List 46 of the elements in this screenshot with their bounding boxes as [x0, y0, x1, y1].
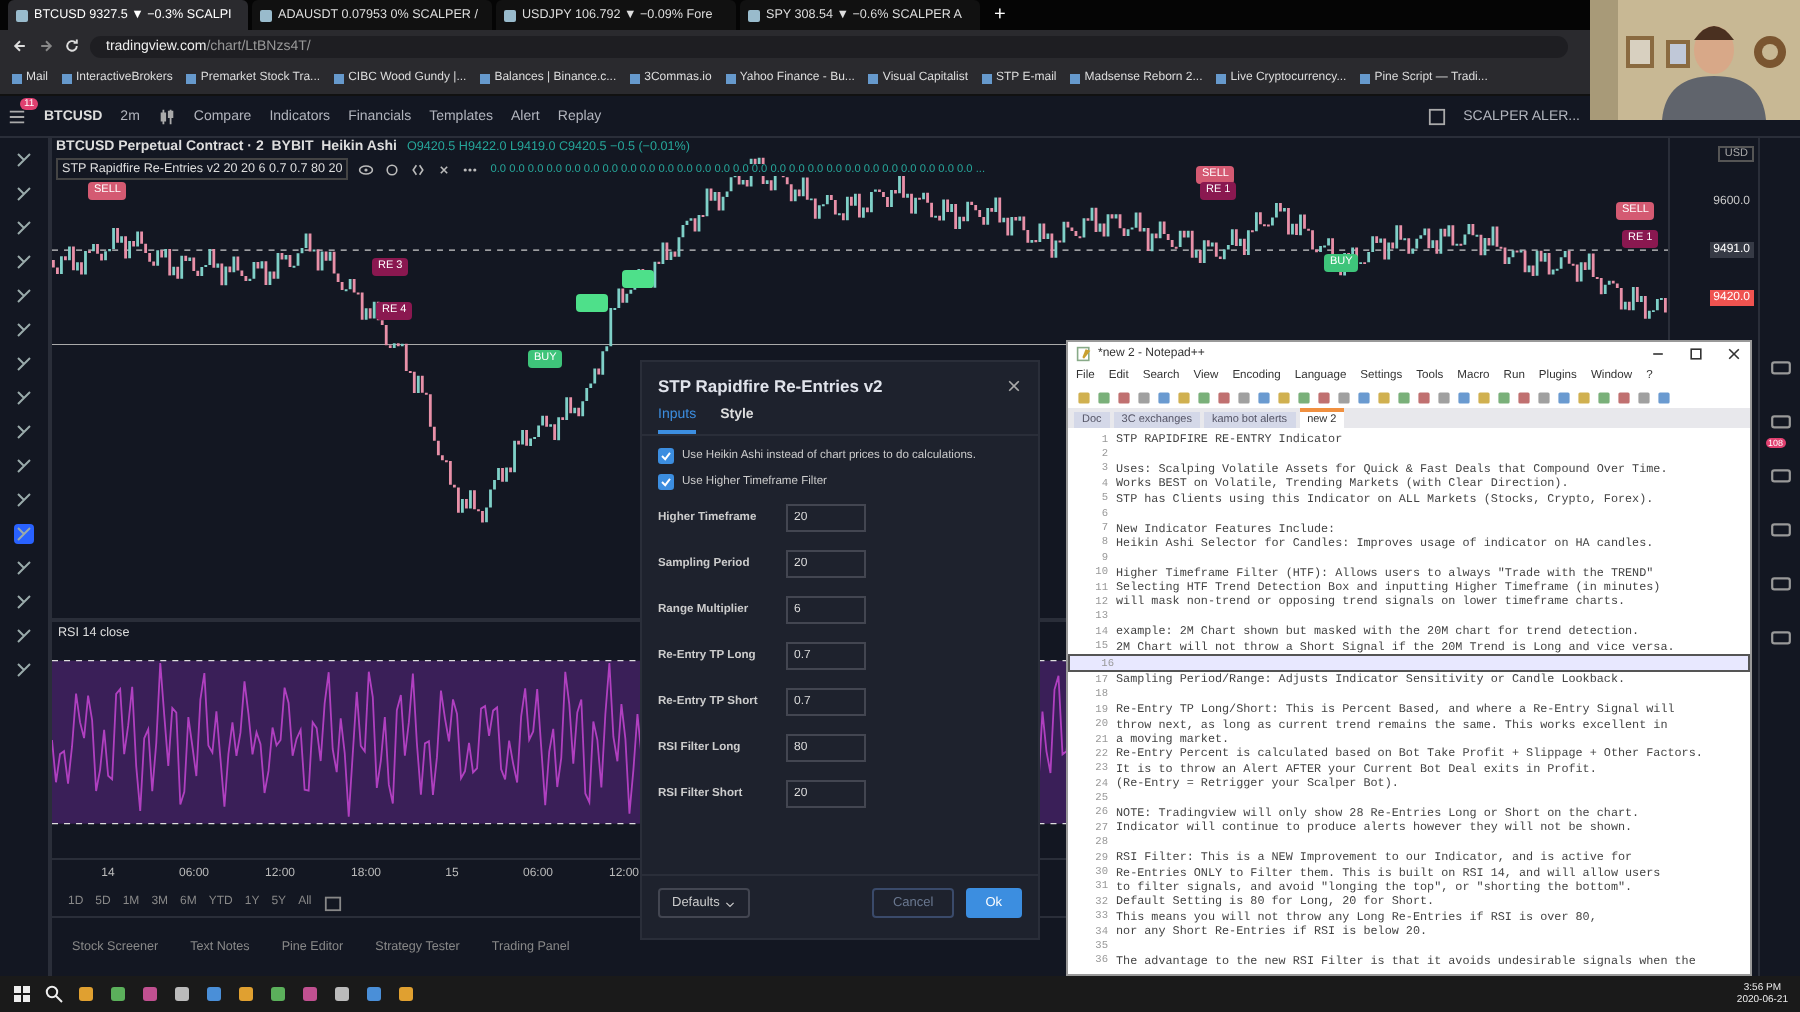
drawing-tool-icon[interactable] — [14, 252, 34, 272]
drawing-tool-icon[interactable] — [14, 388, 34, 408]
chat-icon[interactable] — [1769, 358, 1791, 380]
settings-icon[interactable] — [384, 161, 401, 177]
drawing-tool-icon[interactable] — [14, 150, 34, 170]
signal-label — [622, 270, 654, 288]
maximize-icon[interactable] — [1688, 346, 1704, 362]
reload-icon[interactable] — [64, 38, 80, 54]
code-icon[interactable] — [410, 161, 427, 177]
drawing-tool-icon[interactable] — [14, 626, 34, 646]
checkbox[interactable] — [658, 448, 674, 464]
drawing-tool-icon[interactable] — [14, 422, 34, 442]
caret-icon — [723, 897, 736, 909]
checkbox-icon[interactable] — [1427, 107, 1446, 125]
back-icon[interactable] — [12, 38, 28, 54]
chat-icon[interactable] — [1769, 412, 1791, 434]
drawing-tool-icon[interactable] — [14, 184, 34, 204]
eye-icon[interactable] — [358, 161, 375, 177]
drawing-tool-icon[interactable] — [14, 320, 34, 340]
drawing-tool-icon[interactable] — [14, 524, 34, 544]
chat-icon[interactable] — [1769, 628, 1791, 650]
close-icon[interactable] — [436, 161, 453, 177]
signal-label — [576, 294, 608, 312]
drawing-tool-icon[interactable] — [14, 660, 34, 680]
drawing-tool-icon[interactable] — [14, 354, 34, 374]
drawing-tool-icon[interactable] — [14, 592, 34, 612]
chat-icon[interactable] — [1769, 574, 1791, 596]
close-icon[interactable] — [1726, 346, 1742, 362]
drawing-tool-icon[interactable] — [14, 218, 34, 238]
drawing-tool-icon[interactable] — [14, 490, 34, 510]
checkbox[interactable] — [658, 474, 674, 490]
dialog-title: STP Rapidfire Re-Entries v2 — [658, 376, 885, 396]
calendar-icon[interactable] — [323, 893, 342, 911]
forward-icon[interactable] — [38, 38, 54, 54]
menu-icon[interactable] — [8, 107, 26, 125]
drawing-tool-icon[interactable] — [14, 558, 34, 578]
chat-icon[interactable] — [1769, 520, 1791, 542]
drawing-tool-icon[interactable] — [14, 456, 34, 476]
close-icon[interactable] — [1006, 378, 1022, 394]
drawing-tool-icon[interactable] — [14, 286, 34, 306]
new-tab-button[interactable]: + — [984, 0, 1016, 30]
notepad-icon — [1076, 346, 1092, 362]
search-icon[interactable] — [44, 984, 64, 1004]
chat-icon[interactable] — [1769, 466, 1791, 488]
windows-icon[interactable] — [12, 984, 32, 1004]
candles-icon[interactable] — [157, 107, 176, 125]
